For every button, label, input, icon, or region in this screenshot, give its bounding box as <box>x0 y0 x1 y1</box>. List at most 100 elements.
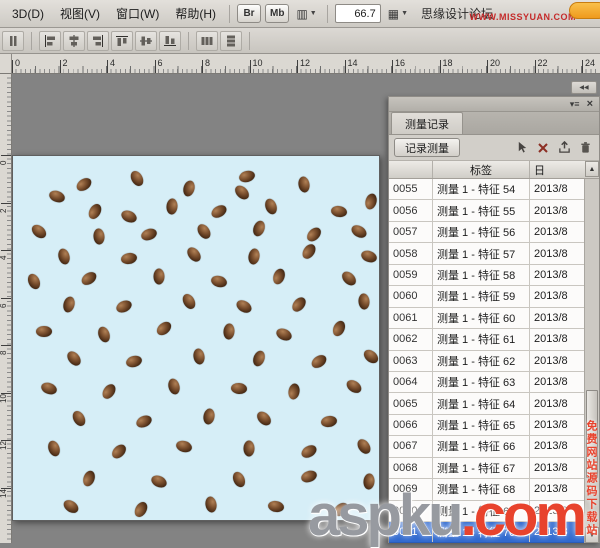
table-row[interactable]: 0066 测量 1 - 特征 65 2013/8 <box>389 414 584 437</box>
distribute-vertical-icon <box>227 35 235 46</box>
bean-object <box>359 248 379 265</box>
align-top-button[interactable] <box>111 30 133 51</box>
align-bottom-icon <box>164 35 176 46</box>
column-header-date[interactable]: 日 <box>530 161 584 178</box>
table-row[interactable]: 0067 测量 1 - 特征 66 2013/8 <box>389 436 584 458</box>
tab-measurement-log[interactable]: 测量记录 <box>391 112 463 134</box>
table-row[interactable]: 0056 测量 1 - 特征 55 2013/8 <box>389 200 584 222</box>
scroll-up-button[interactable]: ▲ <box>585 161 599 177</box>
row-label: 测量 1 - 特征 55 <box>433 200 530 221</box>
bean-object <box>222 323 236 340</box>
deselect-button[interactable] <box>534 139 552 157</box>
zoom-level-input[interactable]: 66.7 <box>334 4 381 23</box>
table-row[interactable]: 0060 测量 1 - 特征 59 2013/8 <box>389 286 584 308</box>
bean-object <box>96 325 112 344</box>
table-row[interactable]: 0061 测量 1 - 特征 60 2013/8 <box>389 307 584 330</box>
ruler-tick-label: 8 <box>0 345 11 355</box>
bean-object <box>271 267 287 286</box>
distribute-vertical-button[interactable] <box>220 30 242 51</box>
bean-object <box>304 224 324 245</box>
align-right-button[interactable] <box>87 30 109 51</box>
bean-object <box>254 408 274 429</box>
column-header-index[interactable] <box>389 161 433 178</box>
bean-object <box>86 201 104 222</box>
ruler-tick-label: 14 <box>0 487 11 498</box>
bean-object <box>99 381 119 402</box>
ruler-tick-label: 12 <box>297 58 310 73</box>
bean-object <box>180 291 198 312</box>
mini-bridge-button[interactable]: Mb <box>265 4 290 23</box>
bean-object <box>251 219 267 238</box>
bean-object <box>237 169 257 184</box>
panel-menu-icon[interactable]: ▾≡ <box>570 99 580 109</box>
row-id: 0067 <box>389 436 433 457</box>
bean-object <box>330 318 348 339</box>
options-bar <box>0 28 600 54</box>
row-id: 0066 <box>389 414 433 436</box>
bean-object <box>309 352 329 371</box>
bean-object <box>194 221 214 242</box>
ruler-tick-label: 22 <box>534 58 548 73</box>
distribute-horizontal-button[interactable] <box>196 30 218 51</box>
row-date: 2013/8 <box>534 461 568 474</box>
panel-drag-bar[interactable]: ▾≡ × <box>389 97 599 112</box>
tool-preset-button[interactable] <box>2 30 24 51</box>
row-label: 测量 1 - 特征 64 <box>433 393 530 414</box>
record-measurements-button[interactable]: 记录测量 <box>394 138 460 157</box>
panel-toolbar: 记录测量 <box>389 135 599 161</box>
collapse-dock-button[interactable]: ◀◀ <box>571 81 597 94</box>
ruler-vertical[interactable]: 0 2 4 6 8 10 12 14 <box>0 74 12 543</box>
align-center-horizontal-button[interactable] <box>63 30 85 51</box>
launch-bridge-button[interactable]: Br <box>237 4 261 23</box>
menu-window[interactable]: 窗口(W) <box>108 0 167 27</box>
table-row[interactable]: 0059 测量 1 - 特征 58 2013/8 <box>389 264 584 287</box>
align-bottom-button[interactable] <box>159 30 181 51</box>
ruler-tick-label: 18 <box>439 58 453 73</box>
table-header: 标签 日 <box>389 161 599 179</box>
separator <box>249 31 250 50</box>
bean-object <box>344 377 364 396</box>
table-row[interactable]: 0068 测量 1 - 特征 67 2013/8 <box>389 457 584 480</box>
document-canvas[interactable] <box>12 155 380 521</box>
arrange-documents-button[interactable]: ▦ ▼ <box>383 4 413 23</box>
bean-object <box>209 274 229 289</box>
ruler-tick-label: 4 <box>107 58 115 73</box>
delete-measurements-button[interactable] <box>576 139 594 157</box>
align-middle-vertical-button[interactable] <box>135 30 157 51</box>
select-measurement-button[interactable] <box>513 139 531 157</box>
ruler-origin-corner <box>0 54 12 74</box>
bean-object <box>330 204 348 219</box>
menu-3d[interactable]: 3D(D) <box>4 2 52 26</box>
ruler-horizontal[interactable]: 0 2 4 6 8 10 12 14 16 18 20 22 24 <box>0 54 600 74</box>
table-row[interactable]: 0064 测量 1 - 特征 63 2013/8 <box>389 371 584 394</box>
bean-object <box>166 377 182 396</box>
bean-object <box>357 293 371 310</box>
ruler-tick-label: 0 <box>12 58 20 73</box>
table-row[interactable]: 0065 测量 1 - 特征 64 2013/8 <box>389 393 584 415</box>
table-row[interactable]: 0055 测量 1 - 特征 54 2013/8 <box>389 179 584 201</box>
row-id: 0055 <box>389 179 433 200</box>
bean-object <box>61 295 77 314</box>
column-header-label[interactable]: 标签 <box>433 161 530 178</box>
aspku-watermark-name: aspku <box>307 483 464 548</box>
bean-object <box>192 347 206 366</box>
table-row[interactable]: 0063 测量 1 - 特征 62 2013/8 <box>389 350 584 372</box>
align-left-button[interactable] <box>39 30 61 51</box>
bean-object <box>234 297 254 316</box>
cursor-icon <box>518 141 526 153</box>
table-row[interactable]: 0057 测量 1 - 特征 56 2013/8 <box>389 221 584 244</box>
table-row[interactable]: 0062 测量 1 - 特征 61 2013/8 <box>389 329 584 351</box>
row-date: 2013/8 <box>534 397 568 410</box>
menu-help[interactable]: 帮助(H) <box>167 0 224 27</box>
bean-object <box>139 226 159 243</box>
export-measurements-button[interactable] <box>555 139 573 157</box>
menu-view[interactable]: 视图(V) <box>52 0 108 27</box>
bean-object <box>320 414 338 429</box>
table-row[interactable]: 0058 测量 1 - 特征 57 2013/8 <box>389 243 584 265</box>
trash-icon <box>580 142 590 153</box>
view-extras-button[interactable]: ▥ ▼ <box>291 4 321 23</box>
row-id: 0056 <box>389 200 433 221</box>
bean-object <box>354 436 374 457</box>
close-icon[interactable]: × <box>587 98 593 110</box>
missyuan-watermark: WWW.MISSYUAN.COM <box>469 12 576 22</box>
